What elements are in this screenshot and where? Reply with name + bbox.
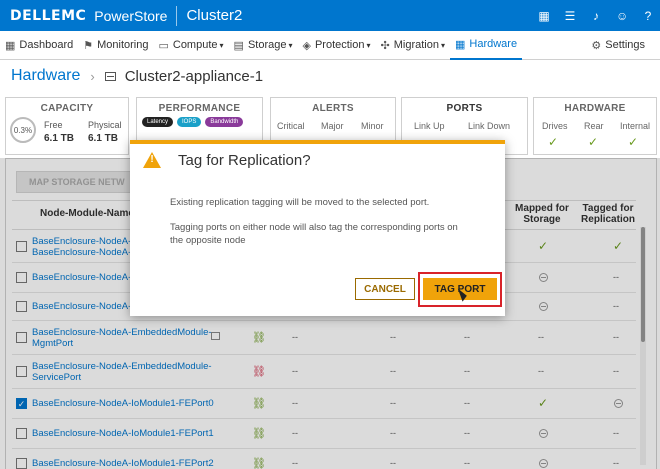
bell-icon[interactable]: ♪ bbox=[590, 9, 602, 23]
nav-settings-label: Settings bbox=[605, 39, 645, 51]
caret-down-icon: ▾ bbox=[288, 40, 293, 50]
appliance-icon bbox=[104, 71, 116, 81]
capacity-ring: 0.3% bbox=[10, 117, 36, 143]
hardware-card[interactable]: HARDWARE Drives Rear Internal ✓ ✓ ✓ bbox=[533, 97, 657, 155]
storage-icon: ▤ bbox=[233, 39, 244, 52]
nav-compute[interactable]: ▭ Compute ▾ bbox=[153, 31, 228, 60]
migration-icon: ✣ bbox=[380, 39, 390, 52]
capacity-free-value: 6.1 TB bbox=[44, 133, 75, 144]
shield-icon: ◈ bbox=[302, 39, 311, 52]
performance-pills: Latency IOPS Bandwidth bbox=[142, 117, 244, 127]
performance-title: PERFORMANCE bbox=[158, 103, 241, 114]
nav-label: Migration bbox=[393, 39, 439, 51]
dialog-line-2: Tagging ports on either node will also t… bbox=[170, 222, 458, 233]
latency-pill[interactable]: Latency bbox=[142, 117, 174, 127]
nav-hardware[interactable]: ▦ Hardware bbox=[449, 31, 523, 60]
compute-icon: ▭ bbox=[158, 39, 169, 52]
nav-label: Dashboard bbox=[19, 39, 74, 51]
capacity-physical-value: 6.1 TB bbox=[88, 133, 119, 144]
ports-link-up: Link Up bbox=[414, 121, 445, 131]
nav-label: Hardware bbox=[469, 38, 518, 50]
alerts-major: Major bbox=[321, 121, 344, 131]
hardware-icon: ▦ bbox=[454, 38, 466, 51]
capacity-free: Free 6.1 TB bbox=[44, 120, 74, 144]
gear-icon: ⚙ bbox=[591, 39, 602, 52]
help-icon[interactable]: ? bbox=[642, 9, 654, 23]
warning-icon-mark: ! bbox=[150, 154, 154, 165]
top-icons: ▦ ☰ ♪ ☺ ? bbox=[538, 0, 654, 31]
product-name: PowerStore bbox=[94, 7, 168, 24]
dialog-line-3: the opposite node bbox=[170, 235, 246, 246]
nav-migration[interactable]: ✣ Migration ▾ bbox=[376, 31, 450, 60]
capacity-title: CAPACITY bbox=[40, 103, 94, 114]
rear-check-icon: ✓ bbox=[588, 135, 599, 149]
grid-icon[interactable]: ▦ bbox=[538, 9, 550, 23]
breadcrumb: Hardware › Cluster2-appliance-1 bbox=[11, 66, 263, 86]
nav-label: Protection bbox=[314, 39, 365, 51]
caret-down-icon: ▾ bbox=[366, 40, 371, 50]
top-bar: DELLEMC PowerStore Cluster2 ▦ ☰ ♪ ☺ ? bbox=[0, 0, 660, 31]
ports-link-down: Link Down bbox=[468, 121, 511, 131]
tag-replication-dialog: ! Tag for Replication? Existing replicat… bbox=[130, 140, 505, 316]
jobs-icon[interactable]: ☰ bbox=[564, 9, 576, 23]
caret-down-icon: ▾ bbox=[219, 40, 224, 50]
capacity-physical-label: Physical bbox=[88, 120, 122, 130]
drives-check-icon: ✓ bbox=[548, 135, 559, 149]
nav-label: Storage bbox=[247, 39, 287, 51]
capacity-card[interactable]: CAPACITY 0.3% Free 6.1 TB Physical 6.1 T… bbox=[5, 97, 129, 155]
brand-logo: DELLEMC bbox=[10, 7, 87, 24]
topbar-divider bbox=[176, 5, 178, 26]
capacity-physical: Physical 6.1 TB bbox=[88, 120, 122, 144]
page-title: Cluster2-appliance-1 bbox=[124, 67, 264, 85]
alerts-critical: Critical bbox=[277, 121, 305, 131]
breadcrumb-hardware-link[interactable]: Hardware bbox=[11, 67, 80, 85]
ports-title: PORTS bbox=[446, 103, 483, 114]
internal-check-icon: ✓ bbox=[628, 135, 639, 149]
dialog-title: Tag for Replication? bbox=[178, 152, 311, 169]
nav-monitoring[interactable]: ⚑ Monitoring bbox=[78, 31, 153, 60]
cancel-button[interactable]: CANCEL bbox=[355, 278, 415, 300]
alerts-title: ALERTS bbox=[312, 103, 354, 114]
caret-down-icon: ▾ bbox=[440, 40, 445, 50]
main-nav: ▦ Dashboard ⚑ Monitoring ▭ Compute ▾ ▤ Storage ▾ ◈… bbox=[0, 31, 660, 60]
hardware-internal: Internal bbox=[620, 121, 651, 131]
dialog-line-1: Existing replication tagging will be mov… bbox=[170, 197, 430, 208]
hardware-title: HARDWARE bbox=[564, 103, 626, 114]
iops-pill[interactable]: IOPS bbox=[177, 117, 202, 127]
hardware-rear: Rear bbox=[584, 121, 604, 131]
user-icon[interactable]: ☺ bbox=[616, 9, 628, 23]
flag-icon: ⚑ bbox=[83, 39, 94, 52]
nav-settings[interactable]: ⚙ Settings bbox=[586, 31, 650, 60]
nav-label: Monitoring bbox=[97, 39, 149, 51]
bandwidth-pill[interactable]: Bandwidth bbox=[205, 117, 244, 127]
nav-storage[interactable]: ▤ Storage ▾ bbox=[229, 31, 298, 60]
nav-label: Compute bbox=[172, 39, 218, 51]
capacity-free-label: Free bbox=[44, 120, 63, 130]
hardware-drives: Drives bbox=[542, 121, 568, 131]
alerts-minor: Minor bbox=[361, 121, 384, 131]
chevron-right-icon: › bbox=[90, 68, 95, 84]
nav-dashboard[interactable]: ▦ Dashboard bbox=[0, 31, 78, 60]
dashboard-icon: ▦ bbox=[5, 39, 16, 52]
nav-protection[interactable]: ◈ Protection ▾ bbox=[297, 31, 375, 60]
cluster-name[interactable]: Cluster2 bbox=[186, 7, 242, 24]
